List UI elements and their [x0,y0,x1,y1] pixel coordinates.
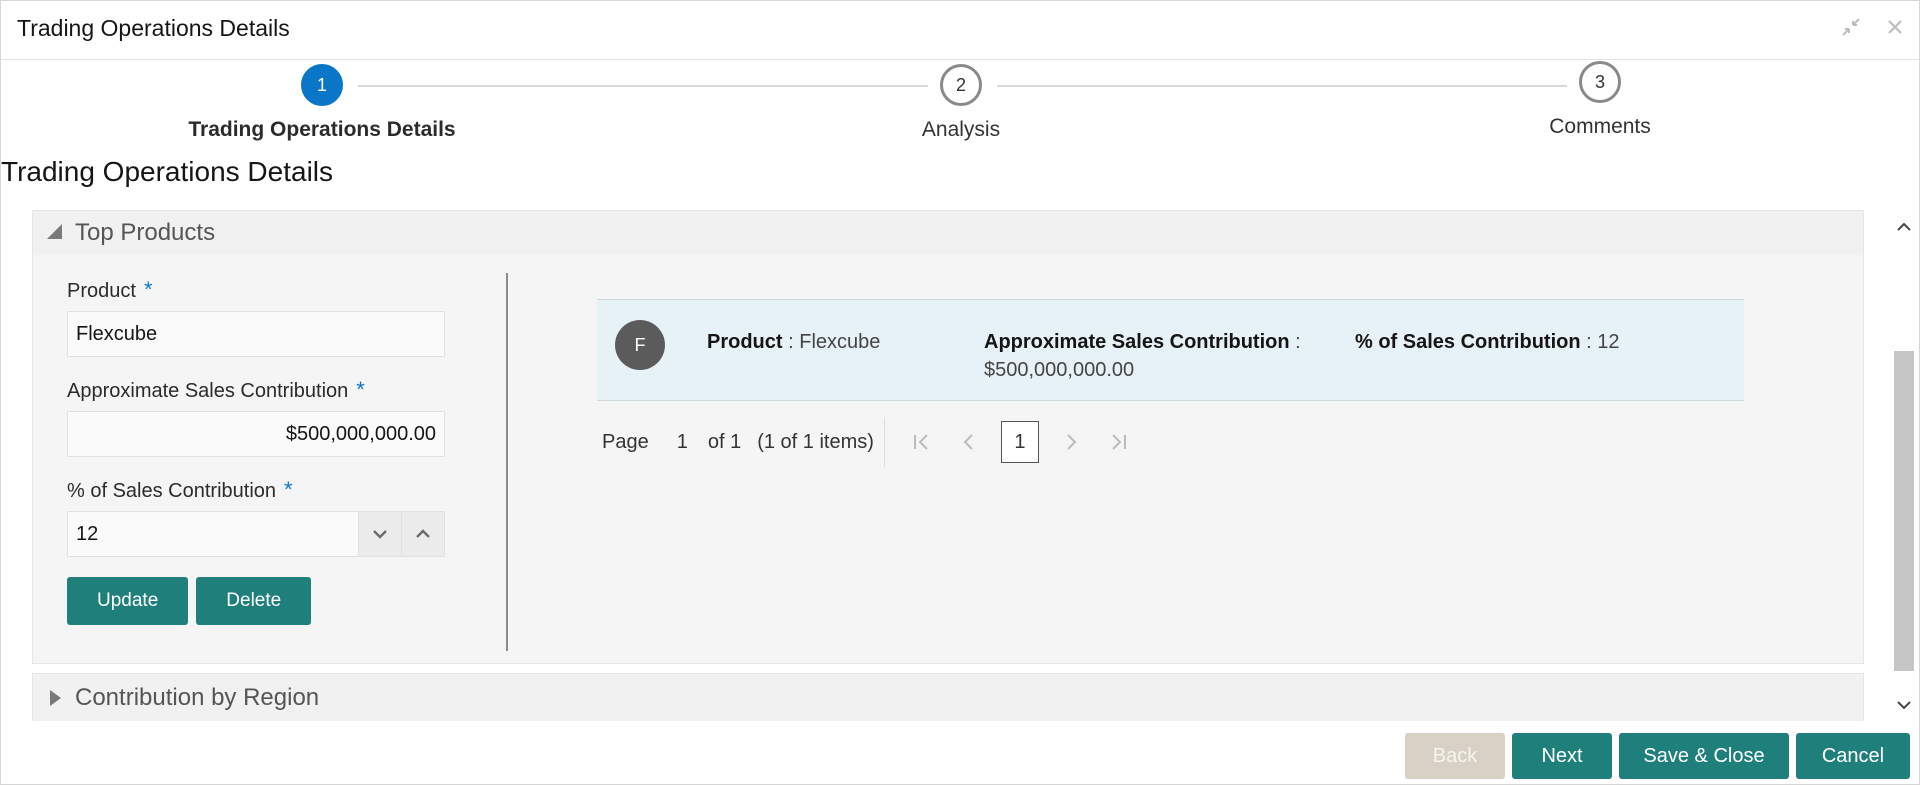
back-button[interactable]: Back [1405,733,1505,779]
chevron-down-icon [373,530,387,539]
dialog-header: Trading Operations Details [1,1,1920,60]
step-number: 2 [940,64,982,106]
pct-stepper: 12 [67,511,445,557]
product-card[interactable]: F Product : Flexcube Approximate Sales C… [597,299,1744,401]
sales-label-text: Approximate Sales Contribution [67,380,349,402]
scroll-down-icon[interactable] [1894,695,1914,715]
product-form: Product * Flexcube Approximate Sales Cont… [67,277,447,625]
contribution-by-region-panel: Contribution by Region [32,673,1864,721]
section-title: Trading Operations Details [1,156,334,187]
close-icon[interactable] [1881,13,1909,41]
required-mark: * [143,277,153,302]
delete-button[interactable]: Delete [196,577,312,625]
pct-input[interactable]: 12 [67,511,359,557]
chevron-up-icon [416,529,430,538]
step-label: Analysis [921,118,1001,141]
page-of-label: of 1 [707,430,742,453]
dialog-title: Trading Operations Details [17,15,290,41]
pagination: Page 1 of 1 (1 of 1 items) 1 [602,417,1143,467]
card-sales-key: Approximate Sales Contribution [984,331,1290,353]
dialog-window: Trading Operations Details 1 Trading Ope… [0,0,1920,785]
contribution-by-region-header[interactable]: Contribution by Region [33,674,1863,721]
scroll-thumb[interactable] [1894,351,1914,671]
triangle-down-icon [47,224,62,239]
first-page-icon[interactable] [908,429,934,455]
avatar: F [615,320,665,370]
step-trading-operations[interactable]: 1 Trading Operations Details [172,64,472,142]
decrement-button[interactable] [359,511,402,557]
increment-button[interactable] [402,511,445,557]
required-mark: * [284,477,293,502]
card-product-key: Product [707,331,783,353]
card-separator: : [1586,331,1592,353]
update-button[interactable]: Update [67,577,189,625]
card-separator: : [1295,331,1301,353]
pct-label-text: % of Sales Contribution [67,480,277,502]
items-count: (1 of 1 items) [757,430,874,453]
product-label-text: Product [67,280,136,302]
product-label: Product * [67,277,447,303]
top-products-panel: Top Products Product * Flexcube Approxima… [32,210,1864,664]
page-label: Page [602,430,649,453]
prev-page-icon[interactable] [956,429,982,455]
current-page-button[interactable]: 1 [1000,421,1039,463]
card-sales-value: $500,000,000.00 [984,359,1135,381]
triangle-right-icon [50,690,61,706]
vertical-scrollbar[interactable] [1891,211,1915,721]
top-products-header[interactable]: Top Products [33,211,1863,255]
last-page-icon[interactable] [1106,429,1132,455]
required-mark: * [356,377,365,402]
product-input[interactable]: Flexcube [67,311,445,357]
card-sales: Approximate Sales Contribution : $500,00… [984,328,1314,384]
progress-stepper: 1 Trading Operations Details 2 Analysis … [1,61,1920,161]
card-pct-value: 12 [1597,331,1620,353]
step-label: Trading Operations Details [188,118,456,141]
cancel-button[interactable]: Cancel [1796,733,1910,779]
scroll-up-icon[interactable] [1894,217,1914,237]
card-pct-key: % of Sales Contribution [1355,331,1581,353]
step-label: Comments [1549,115,1651,138]
sales-input[interactable]: $500,000,000.00 [67,411,445,457]
page-input[interactable]: 1 [677,431,688,454]
content-area: Top Products Product * Flexcube Approxima… [1,206,1920,721]
panel-title: Top Products [75,219,216,246]
step-analysis[interactable]: 2 Analysis [811,64,1111,142]
collapse-icon[interactable] [1837,13,1865,41]
card-product-value: Flexcube [799,331,881,353]
pct-label: % of Sales Contribution * [67,477,447,503]
step-number: 1 [301,64,343,106]
step-number: 3 [1579,61,1621,103]
vertical-divider [506,273,508,651]
form-actions: Update Delete [67,577,447,625]
card-product: Product : Flexcube [707,328,880,356]
card-pct: % of Sales Contribution : 12 [1355,328,1620,356]
save-close-button[interactable]: Save & Close [1619,733,1789,779]
step-comments[interactable]: 3 Comments [1450,61,1750,139]
pager-divider [883,417,885,467]
sales-label: Approximate Sales Contribution * [67,377,447,403]
next-page-icon[interactable] [1058,429,1084,455]
next-button[interactable]: Next [1512,733,1612,779]
card-separator: : [788,331,794,353]
panel-title: Contribution by Region [75,684,320,711]
